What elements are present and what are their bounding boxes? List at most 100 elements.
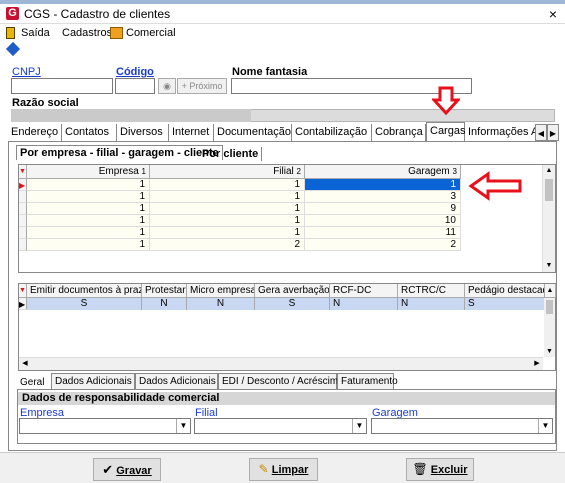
menu-cadastros[interactable]: Cadastros	[62, 27, 112, 39]
grid2-scroll-up-icon[interactable]: ▲	[545, 284, 556, 298]
grid2-cell[interactable]: S	[27, 298, 142, 310]
scroll-thumb[interactable]	[545, 179, 553, 201]
chevron-down-icon[interactable]: ▼	[352, 419, 366, 433]
tab-diversos[interactable]: Diversos	[117, 124, 169, 141]
table-cell-selected[interactable]: 1	[305, 179, 461, 191]
cargas-options-grid: ▼ Emitir documentos à prazo Protestar Mi…	[18, 283, 556, 371]
table-cell[interactable]: 1	[150, 191, 305, 203]
trash-icon: 🗑	[412, 462, 428, 476]
table-cell[interactable]: 11	[305, 227, 461, 239]
row-indicator[interactable]	[19, 239, 27, 251]
scroll-up-icon[interactable]: ▲	[543, 165, 555, 177]
grid2-header[interactable]: Protestar	[142, 284, 187, 298]
table-cell[interactable]: 1	[27, 239, 150, 251]
scroll-down-icon[interactable]: ▼	[544, 346, 555, 357]
row-indicator[interactable]	[19, 227, 27, 239]
tab-scroll-left[interactable]: ◀	[535, 124, 547, 141]
table-cell[interactable]: 2	[305, 239, 461, 251]
table-cell[interactable]: 1	[27, 215, 150, 227]
menu-saida[interactable]: Saída	[21, 27, 50, 39]
grid2-cell[interactable]: S	[255, 298, 330, 310]
grid2-cell[interactable]: N	[398, 298, 465, 310]
grid2-header[interactable]: Emitir documentos à prazo	[27, 284, 142, 298]
row-indicator[interactable]	[19, 191, 27, 203]
grid2-horizontal-scrollbar[interactable]: ◀ ▶	[19, 357, 543, 370]
checkmark-icon: ✔	[102, 462, 114, 477]
razao-social-label: Razão social	[12, 97, 79, 109]
excluir-button[interactable]: 🗑 Excluir	[406, 458, 474, 481]
menu-comercial[interactable]: Comercial	[126, 27, 176, 39]
grid2-cell[interactable]: N	[142, 298, 187, 310]
table-cell[interactable]: 2	[150, 239, 305, 251]
table-cell[interactable]: 9	[305, 203, 461, 215]
grid2-header[interactable]: Gera averbação	[255, 284, 330, 298]
gravar-button[interactable]: ✔ Gravar	[93, 458, 161, 481]
grid2-header[interactable]: RCTRC/C	[398, 284, 465, 298]
annotation-down-arrow-icon	[432, 86, 460, 116]
table-cell[interactable]: 1	[27, 203, 150, 215]
grid-header-filial[interactable]: Filial 2	[150, 165, 305, 179]
table-cell[interactable]: 1	[27, 179, 150, 191]
responsibility-title: Dados de responsabilidade comercial	[18, 392, 555, 405]
tab-endereco[interactable]: Endereço	[8, 124, 62, 141]
limpar-button[interactable]: ✎ Limpar	[249, 458, 318, 481]
grid-header-garagem[interactable]: Garagem 3	[305, 165, 461, 179]
table-cell[interactable]: 1	[150, 179, 305, 191]
table-cell[interactable]: 3	[305, 191, 461, 203]
grid2-header-indicator: ▼	[19, 284, 27, 298]
subtab-por-empresa[interactable]: Por empresa - filial - garagem - cliente	[16, 145, 223, 160]
tab-contatos[interactable]: Contatos	[62, 124, 117, 141]
grid-vertical-scrollbar[interactable]: ▲ ▼	[542, 165, 555, 272]
chevron-down-icon[interactable]: ▼	[538, 419, 552, 433]
proximo-button[interactable]: + Próximo	[177, 78, 227, 94]
tab-cargas[interactable]: Cargas	[426, 122, 465, 141]
grid2-cell[interactable]: N	[330, 298, 398, 310]
tab-cobranca[interactable]: Cobrança	[372, 124, 426, 141]
table-cell[interactable]: 1	[27, 227, 150, 239]
subtab-por-cliente[interactable]: Por cliente	[199, 147, 263, 161]
grid-header-empresa[interactable]: Empresa 1	[27, 165, 150, 179]
table-cell[interactable]: 1	[150, 227, 305, 239]
cnpj-label[interactable]: CNPJ	[12, 66, 41, 78]
grid2-header[interactable]: RCF-DC	[330, 284, 398, 298]
scroll-right-icon[interactable]: ▶	[531, 358, 543, 370]
empresa-select[interactable]: ▼	[19, 418, 191, 434]
chevron-down-icon[interactable]: ▼	[176, 419, 190, 433]
grid2-row-indicator[interactable]: ▶	[19, 298, 27, 310]
row-indicator[interactable]: ▶	[19, 179, 27, 191]
table-cell[interactable]: 1	[150, 203, 305, 215]
tab-dados-adicionais-1[interactable]: Dados Adicionais 1	[51, 373, 140, 389]
excluir-label: Excluir	[430, 464, 468, 476]
scroll-down-icon[interactable]: ▼	[543, 260, 555, 272]
filial-select[interactable]: ▼	[194, 418, 367, 434]
row-indicator[interactable]	[19, 203, 27, 215]
table-cell[interactable]: 1	[27, 191, 150, 203]
codigo-label[interactable]: Código	[116, 66, 154, 78]
tab-faturamento[interactable]: Faturamento	[337, 373, 398, 389]
tab-dados-adicionais-2[interactable]: Dados Adicionais 2	[135, 373, 224, 389]
tab-contabilizacao[interactable]: Contabilização	[292, 124, 372, 141]
navigate-icon[interactable]	[5, 41, 21, 57]
cnpj-input[interactable]	[11, 78, 113, 94]
binoculars-search-button[interactable]: ◉	[158, 78, 176, 94]
table-cell[interactable]: 1	[150, 215, 305, 227]
grid2-cell[interactable]: S	[465, 298, 545, 310]
razao-social-value	[11, 109, 251, 122]
grid2-header[interactable]: Micro empresa	[187, 284, 255, 298]
tab-edi-desconto[interactable]: EDI / Desconto / Acréscimo	[218, 373, 344, 389]
garagem-select[interactable]: ▼	[371, 418, 553, 434]
row-indicator[interactable]	[19, 215, 27, 227]
tab-informacoes[interactable]: Informações Ad	[465, 124, 541, 141]
table-cell[interactable]: 10	[305, 215, 461, 227]
tab-documentacao[interactable]: Documentação	[214, 124, 292, 141]
close-button[interactable]: ×	[545, 5, 561, 23]
codigo-input[interactable]	[115, 78, 155, 94]
tab-scroll-right[interactable]: ▶	[547, 124, 559, 141]
grid2-header[interactable]: Pedágio destacad	[465, 284, 545, 298]
grid2-vertical-scrollbar[interactable]: ▼	[544, 298, 555, 357]
scroll-thumb[interactable]	[546, 300, 553, 314]
tab-internet[interactable]: Internet	[169, 124, 214, 141]
grid2-cell[interactable]: N	[187, 298, 255, 310]
gravar-label: Gravar	[116, 465, 152, 477]
scroll-left-icon[interactable]: ◀	[19, 358, 31, 370]
